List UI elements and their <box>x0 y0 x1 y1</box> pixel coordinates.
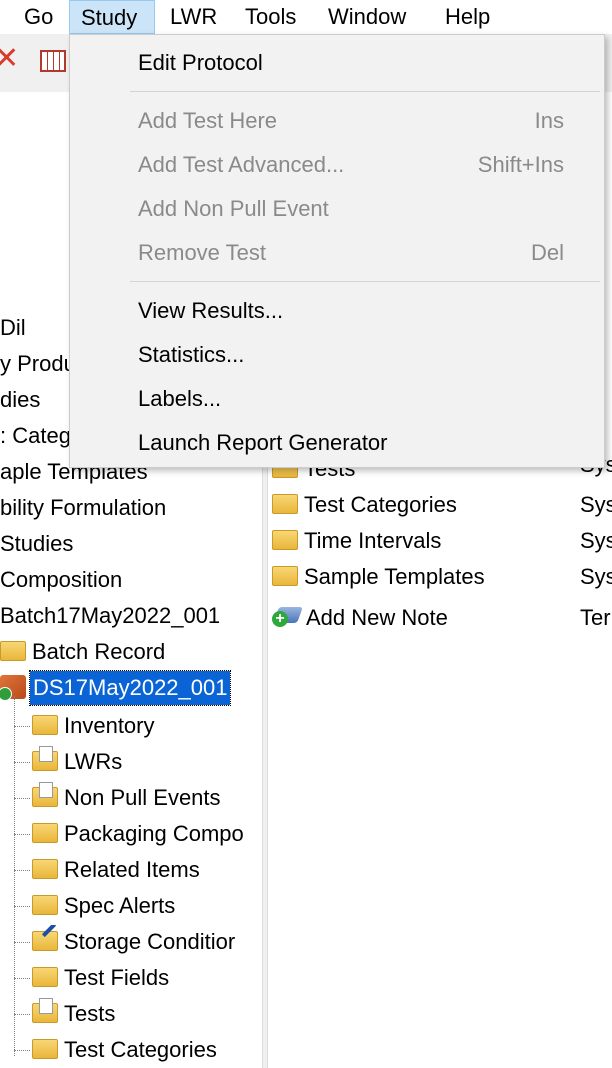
menu-help[interactable]: Help <box>434 0 501 34</box>
list-item[interactable]: Sample Templates <box>272 560 485 594</box>
folder-icon <box>32 715 58 736</box>
tree-guide-line <box>14 726 30 727</box>
menu-go[interactable]: Go <box>13 0 64 34</box>
tree-item-selected-study[interactable]: DS17May2022_001 <box>0 670 232 706</box>
selected-study-label: DS17May2022_001 <box>28 670 232 706</box>
list-item[interactable]: Test Categories <box>272 488 457 522</box>
tree-guide-line <box>14 834 30 835</box>
folder-icon <box>32 1039 58 1060</box>
tree-item-test-categories[interactable]: Test Categories <box>32 1033 217 1067</box>
menu-item-add-test-here: Add Test Here Ins <box>138 108 564 133</box>
list-item[interactable]: Time Intervals <box>272 524 441 558</box>
menu-item-statistics[interactable]: Statistics... <box>70 333 604 377</box>
tree-item-related-items[interactable]: Related Items <box>32 853 200 887</box>
tree-guide-line <box>14 1050 30 1051</box>
tree-guide-line <box>14 1014 30 1015</box>
tree-item-non-pull-events[interactable]: Non Pull Events <box>32 781 221 815</box>
menu-item-add-non-pull-event: Add Non Pull Event <box>138 196 329 221</box>
tree-item-tests[interactable]: Tests <box>32 997 115 1031</box>
tree-guide-line <box>14 978 30 979</box>
folder-icon <box>272 530 298 551</box>
folder-icon <box>0 641 26 662</box>
tree-item[interactable]: y Produ <box>0 347 76 381</box>
tree-item[interactable]: bility Formulation <box>0 491 166 525</box>
menu-item-add-test-advanced: Add Test Advanced... Shift+Ins <box>138 152 564 177</box>
calendar-icon[interactable] <box>40 50 66 72</box>
tree-item-test-fields[interactable]: Test Fields <box>32 961 169 995</box>
document-folder-icon <box>32 782 58 808</box>
tree-item-batch-record[interactable]: Batch Record <box>0 635 165 669</box>
tree-item[interactable]: Studies <box>0 527 73 561</box>
tree-item[interactable]: Composition <box>0 563 122 597</box>
tree-guide-line <box>14 870 30 871</box>
folder-icon <box>32 967 58 988</box>
folder-icon <box>32 895 58 916</box>
document-folder-icon <box>32 746 58 772</box>
document-folder-icon <box>32 998 58 1024</box>
tree-item-packaging[interactable]: Packaging Compo <box>32 817 258 851</box>
tree-guide-line <box>14 798 30 799</box>
tree-item[interactable]: Batch17May2022_001 <box>0 599 220 633</box>
folder-icon <box>272 494 298 515</box>
menu-item-remove-test: Remove Test Del <box>138 240 564 265</box>
tree-guide-line <box>14 942 30 943</box>
menu-tools[interactable]: Tools <box>234 0 307 34</box>
tree-item-storage-conditions[interactable]: Storage Conditior <box>32 925 258 959</box>
tree-guide-line <box>14 906 30 907</box>
menu-item-view-results[interactable]: View Results... <box>70 289 604 333</box>
menu-study[interactable]: Study <box>69 0 155 34</box>
tree-item-lwrs[interactable]: LWRs <box>32 745 122 779</box>
tree-item[interactable]: dies <box>0 383 40 417</box>
type-cell: Ter <box>580 605 611 630</box>
menu-lwr[interactable]: LWR <box>159 0 228 34</box>
type-cell: Sys <box>580 528 612 553</box>
tree-item[interactable]: Dil <box>0 311 26 345</box>
tree-item-inventory[interactable]: Inventory <box>32 709 155 743</box>
tree-item[interactable]: : Categ <box>0 419 71 453</box>
menu-window[interactable]: Window <box>317 0 417 34</box>
folder-icon <box>272 566 298 587</box>
tree-item-spec-alerts[interactable]: Spec Alerts <box>32 889 175 923</box>
menu-bar: Go Study LWR Tools Window Help <box>0 0 612 34</box>
add-note-icon <box>272 605 302 629</box>
delete-icon[interactable]: ✕ <box>0 42 19 76</box>
menu-item-edit-protocol[interactable]: Edit Protocol <box>70 41 604 85</box>
menu-separator <box>130 91 600 92</box>
list-item-add-new-note[interactable]: Add New Note <box>272 601 448 635</box>
menu-separator <box>130 281 600 282</box>
folder-icon <box>32 823 58 844</box>
menu-item-launch-report-generator[interactable]: Launch Report Generator <box>70 421 604 465</box>
study-icon <box>0 675 26 702</box>
tree-guide-line <box>14 762 30 763</box>
study-dropdown-menu: Edit Protocol Add Test Here Ins Add Test … <box>69 34 605 468</box>
type-cell: Sys <box>580 492 612 517</box>
type-cell: Sys <box>580 564 612 589</box>
folder-icon <box>32 859 58 880</box>
tree-guide-line <box>14 696 15 1056</box>
edit-folder-icon <box>32 931 58 952</box>
menu-item-labels[interactable]: Labels... <box>70 377 604 421</box>
